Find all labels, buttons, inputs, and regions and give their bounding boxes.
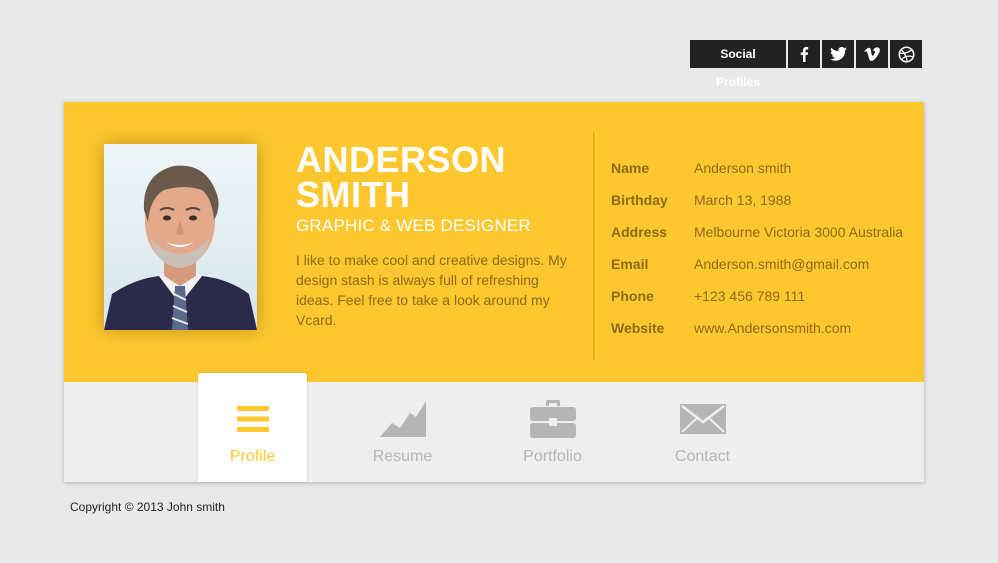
first-name: ANDERSON (296, 139, 507, 180)
vcard: ANDERSON SMITH GRAPHIC & WEB DESIGNER I … (64, 102, 924, 482)
info-key: Name (611, 160, 650, 176)
info-key: Website (611, 320, 665, 336)
tab-label: Profile (229, 448, 276, 465)
copyright-text: Copyright © 2013 John smith (70, 500, 225, 514)
tab-label: Contact (674, 448, 731, 465)
info-row-phone: Phone +123 456 789 111 (611, 280, 903, 312)
info-row-website: Website www.Andersonsmith.com (611, 312, 903, 344)
vimeo-button[interactable] (856, 40, 888, 68)
menu-icon (236, 401, 269, 437)
bio-text: I like to make cool and creative designs… (296, 252, 567, 328)
tab-profile[interactable]: Profile (198, 373, 307, 482)
twitter-icon (829, 47, 847, 61)
info-value: Anderson.smith@gmail.com (694, 256, 870, 272)
social-profiles-label: Social Profiles (690, 40, 786, 89)
tab-contact[interactable]: Contact (648, 373, 757, 482)
info-value: +123 456 789 111 (694, 288, 806, 304)
info-value: March 13, 1988 (694, 192, 792, 208)
profile-photo (104, 144, 257, 330)
info-value: www.Andersonsmith.com (694, 320, 852, 336)
info-row-email: Email Anderson.smith@gmail.com (611, 248, 903, 280)
info-key: Email (611, 256, 649, 272)
facebook-button[interactable] (788, 40, 820, 68)
info-key: Address (611, 224, 668, 240)
info-row-address: Address Melbourne Victoria 3000 Australi… (611, 216, 903, 248)
info-key: Phone (611, 288, 654, 304)
vertical-divider (593, 132, 595, 360)
chart-icon (379, 401, 426, 437)
name-block: ANDERSON SMITH GRAPHIC & WEB DESIGNER I … (296, 142, 576, 330)
info-value: Melbourne Victoria 3000 Australia (694, 224, 904, 240)
job-title: GRAPHIC & WEB DESIGNER (296, 216, 531, 235)
dribbble-icon (898, 46, 914, 62)
facebook-icon (800, 47, 809, 62)
twitter-button[interactable] (822, 40, 854, 68)
dribbble-button[interactable] (890, 40, 922, 68)
profile-header: ANDERSON SMITH GRAPHIC & WEB DESIGNER I … (64, 102, 924, 382)
envelope-icon (679, 401, 726, 437)
tab-label: Resume (372, 448, 433, 465)
vimeo-icon (864, 47, 880, 61)
tab-label: Portfolio (523, 448, 582, 465)
info-row-name: Name Anderson smith (611, 152, 903, 184)
tab-portfolio[interactable]: Portfolio (498, 373, 607, 482)
info-list: Name Anderson smith Birthday March 13, 1… (611, 152, 903, 344)
info-key: Birthday (611, 192, 668, 208)
briefcase-icon (529, 400, 576, 438)
info-row-birthday: Birthday March 13, 1988 (611, 184, 903, 216)
section-tabs: Profile Resume Portfolio Contact (198, 373, 798, 482)
tab-resume[interactable]: Resume (348, 373, 457, 482)
last-name: SMITH (296, 174, 411, 215)
social-profiles-bar: Social Profiles (690, 40, 922, 89)
info-value: Anderson smith (694, 160, 792, 176)
